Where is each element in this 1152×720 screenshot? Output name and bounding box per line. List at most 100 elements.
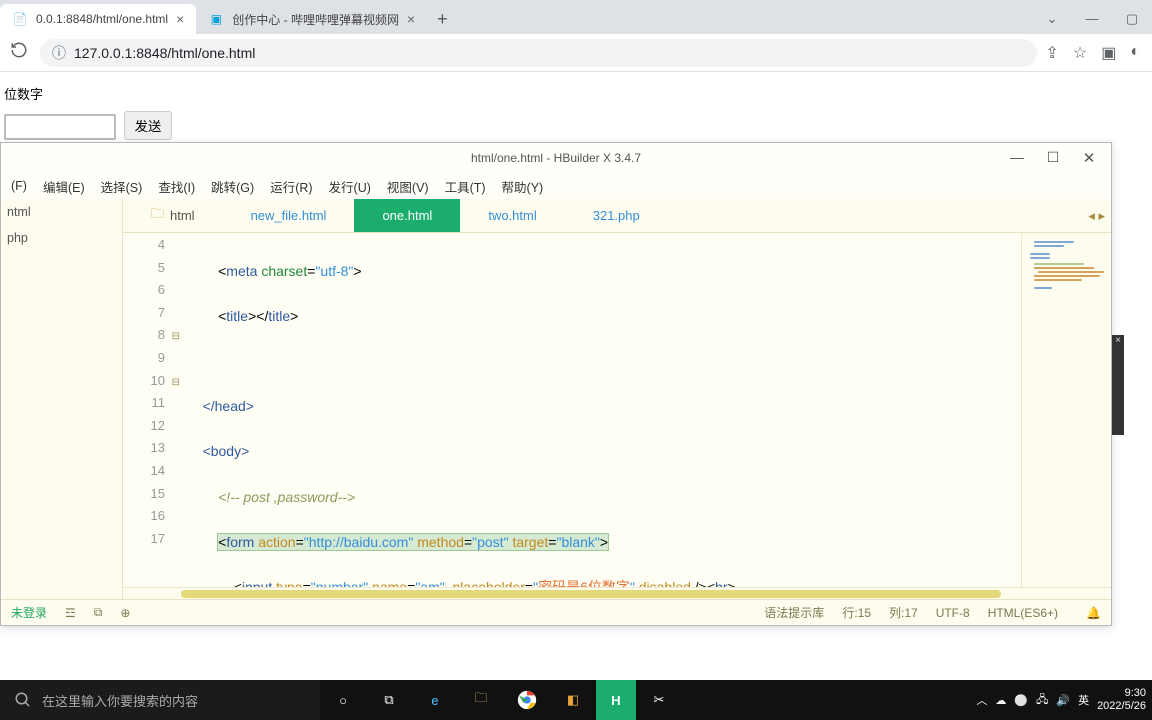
folder-icon: 🗀	[151, 205, 164, 227]
share-icon[interactable]: ⇪	[1045, 43, 1058, 63]
browser-tab-strip: 📄 0.0.1:8848/html/one.html × ▣ 创作中心 - 哔哩…	[0, 0, 1152, 34]
volume-icon[interactable]: 🔊	[1056, 694, 1070, 707]
extensions-icon[interactable]: ▣	[1101, 43, 1116, 63]
globe-icon[interactable]: ⊕	[120, 606, 130, 620]
editor-tab-active[interactable]: one.html	[354, 199, 460, 232]
placeholder-label: 位数字	[0, 80, 250, 107]
browser-window-controls: ⌄ — ▢	[1032, 4, 1152, 34]
editor-tab[interactable]: new_file.html	[223, 199, 355, 232]
browser-tab-2[interactable]: ▣ 创作中心 - 哔哩哔哩弹幕视频网 ×	[196, 4, 427, 34]
tab-navigation[interactable]: ◂ ▸	[1082, 199, 1111, 232]
cortana-icon[interactable]: ○	[320, 680, 366, 720]
menu-tools[interactable]: 工具(T)	[439, 175, 492, 198]
taskbar-search[interactable]: 在这里输入你要搜索的内容	[0, 680, 320, 720]
edge-icon[interactable]: e	[412, 680, 458, 720]
hbuilder-icon[interactable]: H	[596, 680, 636, 720]
info-icon: ⓘ	[52, 43, 66, 63]
star-icon[interactable]: ☆	[1073, 43, 1087, 63]
close-icon[interactable]: ✕	[1075, 149, 1103, 167]
terminal-icon[interactable]: ⧉	[94, 605, 103, 620]
chevron-up-icon[interactable]: ︿	[976, 692, 987, 708]
ide-menubar: (F) 编辑(E) 选择(S) 查找(I) 跳转(G) 运行(R) 发行(U) …	[1, 173, 1111, 199]
ide-sidebar[interactable]: ntml php	[1, 199, 123, 599]
capcut-icon[interactable]: ✂	[636, 680, 682, 720]
menu-goto[interactable]: 跳转(G)	[205, 175, 260, 198]
code-editor[interactable]: <meta charset="utf-8"> <title></title> <…	[181, 233, 1021, 587]
bilibili-icon: ▣	[208, 11, 224, 27]
menu-publish[interactable]: 发行(U)	[323, 175, 377, 198]
ide-statusbar: 未登录 ☲ ⧉ ⊕ 语法提示库 行:15 列:17 UTF-8 HTML(ES6…	[1, 599, 1111, 625]
editor-tab[interactable]: two.html	[460, 199, 564, 232]
editor-tab[interactable]: 321.php	[565, 199, 668, 232]
close-icon[interactable]: ×	[176, 11, 184, 27]
menu-file[interactable]: (F)	[5, 177, 33, 195]
cursor-col: 列:17	[889, 604, 918, 621]
menu-select[interactable]: 选择(S)	[95, 175, 149, 198]
search-icon	[14, 691, 32, 709]
address-bar: ⓘ 127.0.0.1:8848/html/one.html ⇪ ☆ ▣ ◐	[0, 34, 1152, 72]
reload-button[interactable]	[6, 41, 32, 64]
app-icon[interactable]: ◧	[550, 680, 596, 720]
menu-find[interactable]: 查找(I)	[152, 175, 201, 198]
tab-label: one.html	[382, 208, 432, 223]
rendered-page: 位数字 发送	[0, 80, 250, 144]
profile-icon[interactable]: ◐	[1130, 43, 1140, 63]
minimize-icon[interactable]: —	[1072, 4, 1112, 34]
encoding[interactable]: UTF-8	[936, 606, 970, 620]
tab-label: 321.php	[593, 208, 640, 223]
close-icon[interactable]: ×	[407, 11, 415, 27]
explorer-icon[interactable]: 🗀	[458, 680, 504, 720]
ide-title-text: html/one.html - HBuilder X 3.4.7	[471, 151, 641, 165]
fold-icon[interactable]: ⊟	[172, 331, 180, 342]
maximize-icon[interactable]: ▢	[1112, 4, 1152, 34]
scrollbar-thumb[interactable]	[181, 590, 1001, 598]
menu-run[interactable]: 运行(R)	[264, 175, 318, 198]
editor-tab-folder[interactable]: 🗀 html	[123, 199, 223, 232]
clock[interactable]: 9:30 2022/5/26	[1097, 687, 1146, 713]
cursor-line: 行:15	[842, 604, 871, 621]
maximize-icon[interactable]: ☐	[1039, 149, 1067, 167]
hbuilder-window: html/one.html - HBuilder X 3.4.7 — ☐ ✕ (…	[0, 142, 1112, 626]
url-input[interactable]: ⓘ 127.0.0.1:8848/html/one.html	[40, 39, 1037, 67]
tab-label: new_file.html	[251, 208, 327, 223]
browser-tab-1[interactable]: 📄 0.0.1:8848/html/one.html ×	[0, 4, 196, 34]
language-mode[interactable]: HTML(ES6+)	[988, 606, 1058, 620]
date: 2022/5/26	[1097, 700, 1146, 713]
search-placeholder: 在这里输入你要搜索的内容	[42, 691, 198, 710]
side-panel-collapsed[interactable]: ×	[1112, 335, 1124, 435]
task-view-icon[interactable]: ⧉	[366, 680, 412, 720]
minimap[interactable]	[1021, 233, 1111, 587]
editor-tab-bar: 🗀 html new_file.html one.html two.html 32…	[123, 199, 1111, 233]
page-icon: 📄	[12, 11, 28, 27]
bell-icon[interactable]: 🔔	[1086, 606, 1101, 620]
time: 9:30	[1097, 687, 1146, 700]
syntax-hint[interactable]: 语法提示库	[764, 604, 824, 621]
sidebar-item[interactable]: ntml	[1, 199, 122, 225]
fold-icon[interactable]: ⊟	[172, 377, 180, 388]
tab-label: two.html	[488, 208, 536, 223]
network-icon[interactable]: 🖧	[1036, 691, 1048, 710]
minimize-icon[interactable]: —	[1003, 149, 1031, 167]
sidebar-item[interactable]: php	[1, 225, 122, 251]
wifi-icon[interactable]: ⚪	[1014, 694, 1028, 707]
login-status[interactable]: 未登录	[11, 604, 47, 621]
line-gutter: 4567 8⊟ 9 10⊟ 11121314 151617	[123, 233, 181, 587]
close-icon[interactable]: ×	[1112, 335, 1124, 346]
chrome-icon[interactable]	[504, 680, 550, 720]
tab-label: html	[170, 208, 195, 223]
new-tab-button[interactable]: +	[427, 4, 458, 34]
menu-edit[interactable]: 编辑(E)	[37, 175, 91, 198]
horizontal-scrollbar[interactable]	[123, 587, 1111, 599]
menu-help[interactable]: 帮助(Y)	[496, 175, 550, 198]
onedrive-icon[interactable]: ☁	[995, 694, 1006, 707]
list-icon[interactable]: ☲	[65, 606, 76, 620]
submit-button[interactable]: 发送	[124, 111, 173, 140]
ide-titlebar[interactable]: html/one.html - HBuilder X 3.4.7 — ☐ ✕	[1, 143, 1111, 173]
windows-taskbar: 在这里输入你要搜索的内容 ○ ⧉ e 🗀 ◧ H ✂ ︿ ☁ ⚪ 🖧 🔊 英 9…	[0, 680, 1152, 720]
tab-title: 创作中心 - 哔哩哔哩弹幕视频网	[232, 11, 399, 28]
menu-view[interactable]: 视图(V)	[381, 175, 435, 198]
number-input[interactable]	[4, 114, 116, 140]
chevron-down-icon[interactable]: ⌄	[1032, 4, 1072, 34]
ime-indicator[interactable]: 英	[1078, 692, 1089, 708]
tab-title: 0.0.1:8848/html/one.html	[36, 12, 168, 26]
